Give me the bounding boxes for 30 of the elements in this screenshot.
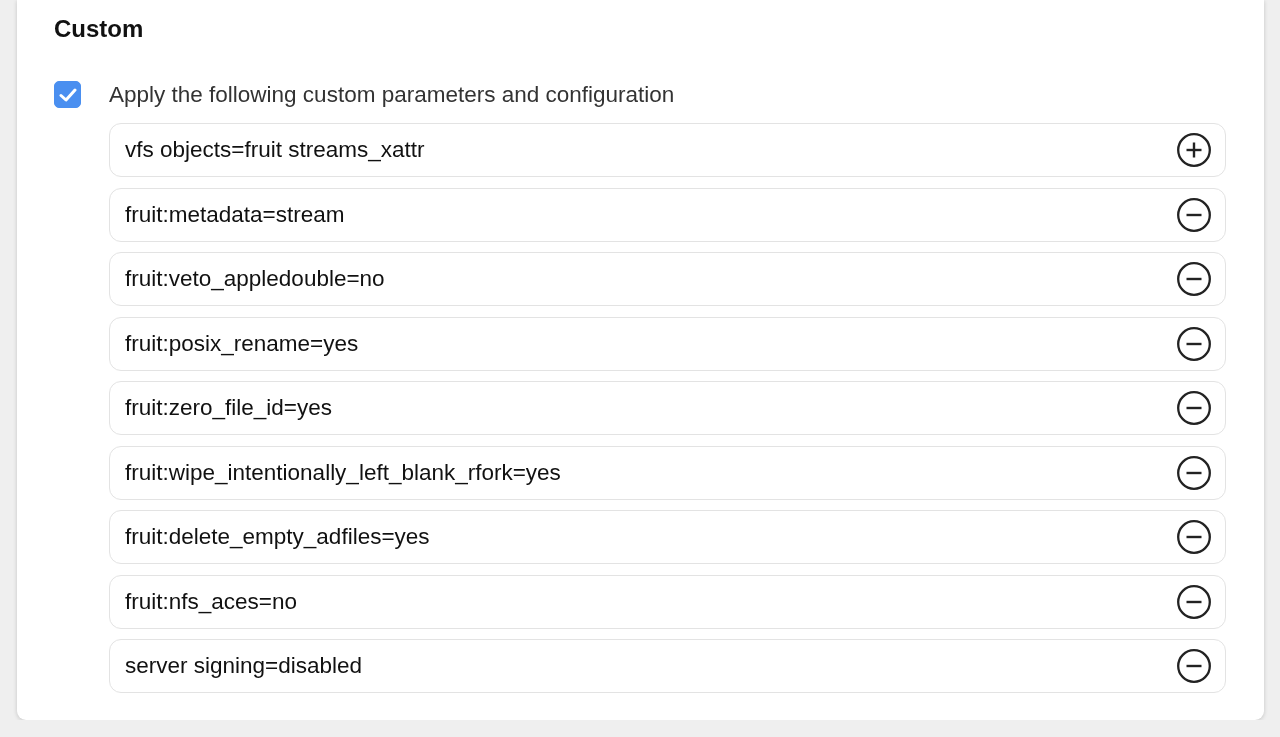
remove-button[interactable] bbox=[1177, 391, 1211, 425]
remove-button[interactable] bbox=[1177, 649, 1211, 683]
parameter-field[interactable]: fruit:veto_appledouble=no bbox=[109, 252, 1226, 306]
minus-circle-icon bbox=[1177, 455, 1211, 490]
minus-circle-icon bbox=[1177, 649, 1211, 683]
plus-circle-icon bbox=[1177, 133, 1211, 167]
parameter-field[interactable]: fruit:zero_file_id=yes bbox=[109, 381, 1226, 435]
remove-button[interactable] bbox=[1177, 262, 1211, 296]
minus-circle-icon bbox=[1177, 262, 1211, 296]
minus-circle-icon bbox=[1177, 584, 1211, 619]
add-button[interactable] bbox=[1177, 133, 1211, 167]
parameter-field[interactable]: fruit:nfs_aces=no bbox=[109, 574, 1226, 629]
checkbox-label: Apply the following custom parameters and configuration bbox=[109, 81, 675, 108]
parameter-field[interactable]: fruit:delete_empty_adfiles=yes bbox=[109, 510, 1226, 564]
minus-circle-icon bbox=[1177, 197, 1211, 232]
parameter-field[interactable]: fruit:metadata=stream bbox=[109, 187, 1226, 242]
remove-button[interactable] bbox=[1177, 455, 1211, 490]
section-title: Custom bbox=[54, 15, 144, 43]
remove-button[interactable] bbox=[1177, 326, 1211, 361]
minus-circle-icon bbox=[1177, 326, 1211, 361]
checkbox[interactable] bbox=[54, 81, 81, 108]
parameter-field[interactable]: fruit:wipe_intentionally_left_blank_rfork=yes bbox=[109, 445, 1226, 500]
minus-circle-icon bbox=[1177, 391, 1211, 425]
remove-button[interactable] bbox=[1177, 520, 1211, 554]
remove-button[interactable] bbox=[1177, 197, 1211, 232]
remove-button[interactable] bbox=[1177, 584, 1211, 619]
parameter-field[interactable]: vfs objects=fruit streams_xattr bbox=[109, 123, 1226, 177]
parameter-field[interactable]: server signing=disabled bbox=[109, 639, 1226, 693]
minus-circle-icon bbox=[1177, 520, 1211, 554]
parameter-field[interactable]: fruit:posix_rename=yes bbox=[109, 316, 1226, 371]
